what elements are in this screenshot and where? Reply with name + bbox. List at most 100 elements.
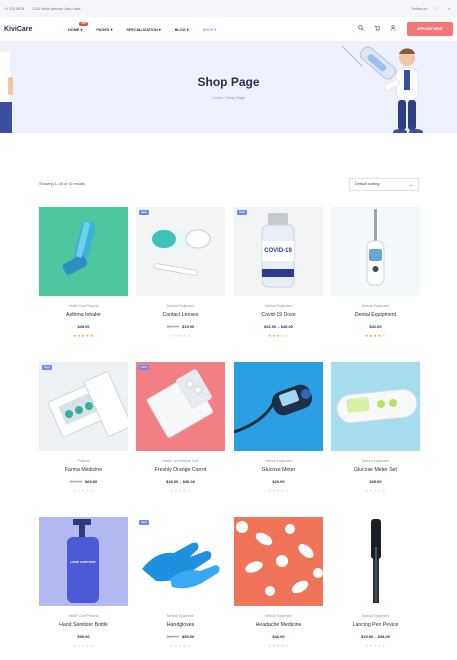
product-card[interactable]: Health Care/Physical Asthma Inhaler $45.… [39, 207, 128, 347]
bottle-label: HAND SANITIZER [70, 560, 96, 564]
appointment-button[interactable]: APPOINTMENT [406, 22, 453, 36]
product-card[interactable]: Sale! Medical Equipment Handgloves $65.0… [136, 517, 225, 657]
product-image-hand-sanitizer-bottle[interactable]: HAND SANITIZER [39, 517, 128, 606]
product-card[interactable]: Medical Equipment Dental Equipment $32.0… [331, 207, 420, 347]
product-card[interactable]: Sale! Health Care/Medical Care Freshly O… [136, 362, 225, 502]
product-price-current: $19.00 [182, 324, 195, 329]
product-category: Physical [77, 459, 90, 463]
product-price: $22.00 $19.00 [136, 324, 225, 329]
product-card[interactable]: Medical Equipment Glucose Meter Set $35.… [331, 362, 420, 502]
product-name[interactable]: Headache Medicine [234, 622, 323, 628]
cart-icon[interactable] [369, 25, 385, 33]
product-price-current: $32.00 [369, 324, 382, 329]
main-navbar: KiviCare HOME ▾ HOT PAGES ▾ SPECIALIZATIO… [0, 17, 457, 42]
product-price: $18.00 – $36.00 [136, 479, 225, 484]
product-name[interactable]: Covid-19 Dose [234, 312, 323, 318]
follow-label: Follow us : [411, 6, 429, 11]
product-name[interactable]: Farma Medicine [39, 467, 128, 473]
rating-stars: ★★★★★ [364, 488, 387, 493]
product-card[interactable]: Medical Equipment Headache Medicine $46.… [234, 517, 323, 657]
product-category: Health Care/Physical [68, 304, 99, 308]
nav-item-specialization-label: SPECIALIZATION [126, 27, 158, 32]
doctor-syringe-illustration [341, 45, 423, 133]
product-name[interactable]: Glucose Meter [234, 467, 323, 473]
phone-text[interactable]: +1 234 5678 [4, 7, 24, 11]
product-category: Health Care/Medical Care [162, 459, 199, 463]
product-price-old: $72.00 [69, 479, 82, 484]
product-price: $35.00 [331, 479, 420, 484]
breadcrumb-home[interactable]: Home [212, 96, 222, 100]
sale-badge: Sale! [42, 365, 52, 370]
rating-stars: ★★★★★ [169, 333, 192, 338]
sale-badge: Sale! [237, 210, 247, 215]
rating-stars: ★★★★★ [169, 488, 192, 493]
product-image-asthma-inhaler[interactable] [39, 207, 128, 296]
rating-stars: ★★★★★ [72, 643, 95, 648]
product-name[interactable]: Lancing Pen Pevice [331, 622, 420, 628]
user-icon[interactable] [385, 25, 401, 33]
product-card[interactable]: Medical Equipment Lancing Pen Pevice $15… [331, 517, 420, 657]
product-image-glucose-meter[interactable] [234, 362, 323, 451]
rating-stars: ★★★★★ [364, 643, 387, 648]
product-price-current: $20.00 [272, 479, 285, 484]
breadcrumb-separator: » [223, 96, 226, 100]
product-name[interactable]: Dental Equipment [331, 312, 420, 318]
site-logo[interactable]: KiviCare [4, 26, 68, 33]
product-name[interactable]: Handgloves [136, 622, 225, 628]
twitter-icon[interactable]: ✦ [445, 7, 453, 11]
rating-stars: ★★★★★ [267, 488, 290, 493]
sort-select[interactable]: Default sorting ⌄ [349, 177, 419, 191]
product-price-current: $46.00 [272, 634, 285, 639]
product-name[interactable]: Asthma Inhaler [39, 312, 128, 318]
product-card[interactable]: HAND SANITIZER Health Care/Physical Hand… [39, 517, 128, 657]
product-image-handgloves[interactable]: Sale! [136, 517, 225, 606]
product-name[interactable]: Freshly Orange Carrot [136, 467, 225, 473]
search-icon[interactable] [353, 25, 369, 33]
nav-item-shop[interactable]: SHOP ▾ [203, 27, 217, 32]
product-price-old: $65.00 [166, 634, 179, 639]
nav-item-pages[interactable]: PAGES ▾ [96, 27, 112, 32]
product-name[interactable]: Glucose Meter Set [331, 467, 420, 473]
result-count: Showing 1–16 of 16 results [39, 182, 85, 186]
product-price: $90.00 [39, 634, 128, 639]
svg-text:COVID-19: COVID-19 [264, 248, 292, 254]
product-name[interactable]: Contact Lenses [136, 312, 225, 318]
product-card[interactable]: Sale! Medical Equipment Contact Lenses $… [136, 207, 225, 347]
nav-item-blog-label: BLOG [174, 27, 186, 32]
product-price-current: $55.00 [182, 634, 195, 639]
product-price-current: $45.00 [77, 324, 90, 329]
product-category: Medical Equipment [264, 459, 293, 463]
product-image-dental-equipment[interactable] [331, 207, 420, 296]
product-image-farma-medicine[interactable]: Sale! [39, 362, 128, 451]
top-bar: +1 234 5678 1234 North avenue Lake Lane … [0, 0, 457, 17]
product-image-glucose-meter-set[interactable] [331, 362, 420, 451]
product-name[interactable]: Hand Sanitizer Bottle [39, 622, 128, 628]
product-price: $45.00 [39, 324, 128, 329]
sale-badge: Sale! [139, 520, 149, 525]
page-hero: Shop Page Home » Shop Page [0, 42, 457, 133]
product-image-covid-19-dose[interactable]: Sale! COVID-19 [234, 207, 323, 296]
product-category: Medical Equipment [264, 614, 293, 618]
product-price: $32.00 [331, 324, 420, 329]
product-image-contact-lenses[interactable]: Sale! [136, 207, 225, 296]
product-price: $32.00 – $49.00 [234, 324, 323, 329]
product-price: $72.00 $69.00 [39, 479, 128, 484]
product-category: Health Care/Physical [68, 614, 99, 618]
product-price-current: $35.00 [369, 479, 382, 484]
nav-item-pages-label: PAGES [96, 27, 110, 32]
product-card[interactable]: Sale! COVID-19 Medical Equipment Covid-1… [234, 207, 323, 347]
product-image-freshly-orange-carrot[interactable]: Sale! [136, 362, 225, 451]
product-price: $20.00 [234, 479, 323, 484]
nav-item-specialization[interactable]: SPECIALIZATION ▾ [126, 27, 160, 32]
product-category: Medical Equipment [361, 304, 390, 308]
nav-item-blog[interactable]: BLOG ▾ [175, 27, 189, 32]
product-card[interactable]: Sale! Physical Farma Medicine $72.00 $69.… [39, 362, 128, 502]
product-image-headache-medicine[interactable] [234, 517, 323, 606]
product-card[interactable]: Medical Equipment Glucose Meter $20.00 ★… [234, 362, 323, 502]
facebook-icon[interactable]: f [433, 7, 441, 11]
product-image-lancing-pen-pevice[interactable] [331, 517, 420, 606]
product-price-old: $22.00 [166, 324, 179, 329]
nav-item-home[interactable]: HOME ▾ HOT [68, 21, 89, 32]
product-price: $65.00 $55.00 [136, 634, 225, 639]
hot-badge: HOT [79, 21, 89, 26]
